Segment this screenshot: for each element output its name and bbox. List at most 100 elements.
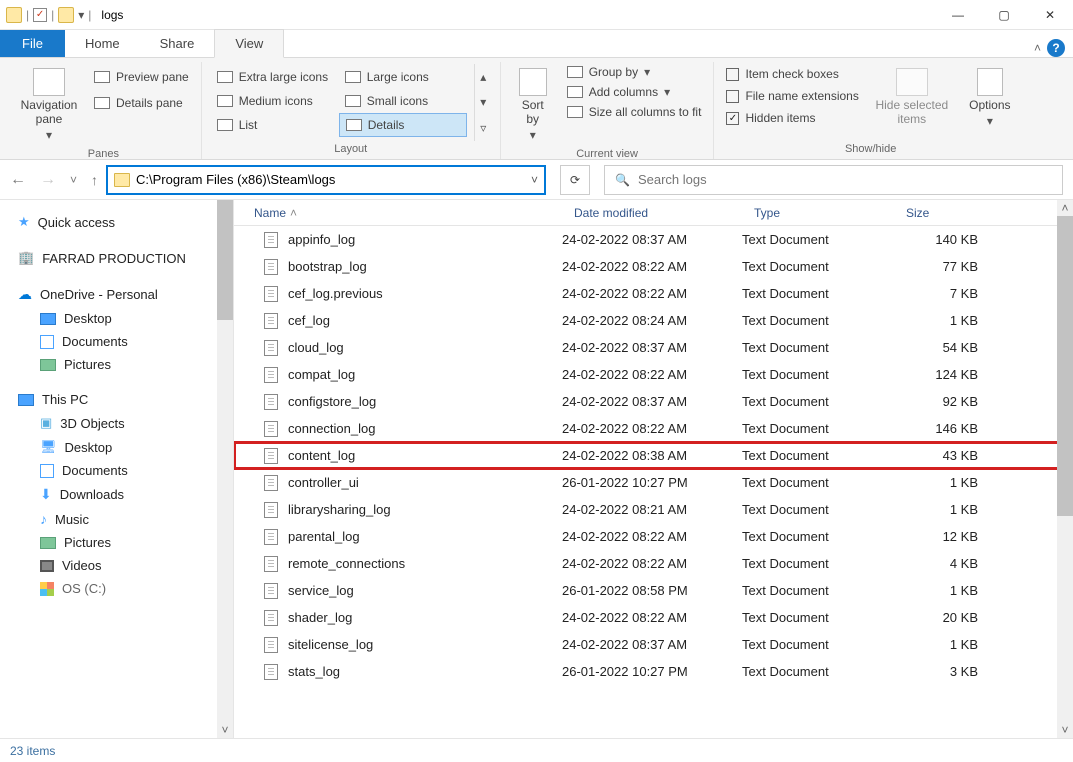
file-row[interactable]: connection_log24-02-2022 08:22 AMText Do… <box>234 415 1073 442</box>
collapse-ribbon-icon[interactable]: ˄ <box>1034 41 1041 55</box>
tree-pc-os[interactable]: OS (C:) <box>0 577 233 600</box>
view-tab[interactable]: View <box>214 29 284 58</box>
file-row[interactable]: compat_log24-02-2022 08:22 AMText Docume… <box>234 361 1073 388</box>
group-by-button[interactable]: Group by▾ <box>563 64 706 80</box>
downloads-icon: ⬇ <box>40 486 52 503</box>
col-date[interactable]: Date modified <box>562 206 742 220</box>
maximize-button[interactable]: ▢ <box>981 0 1027 30</box>
file-size: 146 KB <box>894 421 990 436</box>
tree-pc-downloads[interactable]: ⬇Downloads <box>0 482 233 507</box>
up-button[interactable]: ↑ <box>91 172 98 188</box>
panes-group: Navigation pane ▾ Preview pane Details p… <box>6 62 202 159</box>
file-type: Text Document <box>742 259 894 274</box>
search-box[interactable]: 🔍 <box>604 165 1063 195</box>
file-row[interactable]: cef_log24-02-2022 08:24 AMText Document1… <box>234 307 1073 334</box>
preview-pane-button[interactable]: Preview pane <box>90 68 193 86</box>
tree-pc-desktop[interactable]: 🖥Desktop <box>0 435 233 459</box>
folder-icon <box>6 7 22 23</box>
col-size[interactable]: Size <box>894 206 990 220</box>
back-button[interactable]: ← <box>10 171 26 189</box>
item-check-boxes-toggle[interactable]: Item check boxes <box>722 66 862 82</box>
list-button[interactable]: List <box>211 113 339 137</box>
details-view-button[interactable]: Details <box>339 113 467 137</box>
nav-scrollbar[interactable]: ˄ ˅ <box>217 200 233 738</box>
hidden-items-toggle[interactable]: ✓Hidden items <box>722 110 862 126</box>
sort-by-button[interactable]: Sort by ▾ <box>509 64 557 146</box>
layout-gallery-more[interactable]: ▴▾▿ <box>474 64 492 141</box>
col-type[interactable]: Type <box>742 206 894 220</box>
tree-3d-objects[interactable]: ▣3D Objects <box>0 411 233 435</box>
file-row[interactable]: content_log24-02-2022 08:38 AMText Docum… <box>234 442 1073 469</box>
add-columns-button[interactable]: Add columns▾ <box>563 84 706 100</box>
home-tab[interactable]: Home <box>65 30 140 57</box>
scroll-thumb[interactable] <box>1057 216 1073 516</box>
tree-od-documents[interactable]: Documents <box>0 330 233 353</box>
file-type: Text Document <box>742 583 894 598</box>
file-row[interactable]: librarysharing_log24-02-2022 08:21 AMTex… <box>234 496 1073 523</box>
file-tab[interactable]: File <box>0 30 65 57</box>
details-pane-button[interactable]: Details pane <box>90 94 193 112</box>
file-date: 24-02-2022 08:22 AM <box>562 367 742 382</box>
options-button[interactable]: Options ▾ <box>961 64 1019 132</box>
tree-quick-access[interactable]: ★Quick access <box>0 210 233 234</box>
help-icon[interactable]: ? <box>1047 39 1065 57</box>
tree-pc-music[interactable]: ♪Music <box>0 507 233 531</box>
chevron-down-icon[interactable]: ˅ <box>531 173 538 187</box>
navigation-pane-button[interactable]: Navigation pane ▾ <box>14 64 84 146</box>
file-row[interactable]: sitelicense_log24-02-2022 08:37 AMText D… <box>234 631 1073 658</box>
group-icon <box>567 66 583 78</box>
search-input[interactable] <box>638 172 1052 187</box>
file-row[interactable]: parental_log24-02-2022 08:22 AMText Docu… <box>234 523 1073 550</box>
extra-large-icons-button[interactable]: Extra large icons <box>211 65 339 89</box>
tree-this-pc[interactable]: This PC <box>0 388 233 411</box>
scroll-down-icon[interactable]: ˅ <box>217 722 233 738</box>
col-name[interactable]: Name˄ <box>234 206 562 220</box>
tree-pc-videos[interactable]: Videos <box>0 554 233 577</box>
scroll-thumb[interactable] <box>217 200 233 320</box>
file-row[interactable]: appinfo_log24-02-2022 08:37 AMText Docum… <box>234 226 1073 253</box>
minimize-button[interactable]: — <box>935 0 981 30</box>
tree-od-pictures[interactable]: Pictures <box>0 353 233 376</box>
properties-icon[interactable]: ✓ <box>33 8 47 22</box>
file-row[interactable]: cloud_log24-02-2022 08:37 AMText Documen… <box>234 334 1073 361</box>
tree-onedrive[interactable]: ☁OneDrive - Personal <box>0 282 233 307</box>
address-bar[interactable]: ˅ <box>106 165 546 195</box>
hide-selected-button[interactable]: Hide selected items <box>869 64 955 130</box>
file-date: 24-02-2022 08:22 AM <box>562 529 742 544</box>
checkbox-checked-icon: ✓ <box>726 112 739 125</box>
file-row[interactable]: shader_log24-02-2022 08:22 AMText Docume… <box>234 604 1073 631</box>
tree-pc-pictures[interactable]: Pictures <box>0 531 233 554</box>
file-name-extensions-toggle[interactable]: File name extensions <box>722 88 862 104</box>
recent-locations-button[interactable]: ˅ <box>70 173 77 187</box>
file-row[interactable]: controller_ui26-01-2022 10:27 PMText Doc… <box>234 469 1073 496</box>
checkbox-icon <box>726 68 739 81</box>
drive-icon <box>40 582 54 596</box>
file-size: 1 KB <box>894 637 990 652</box>
current-view-group: Sort by ▾ Group by▾ Add columns▾ Size al… <box>501 62 715 159</box>
scroll-down-icon[interactable]: ˅ <box>1057 722 1073 738</box>
small-icons-button[interactable]: Small icons <box>339 89 467 113</box>
close-button[interactable]: ✕ <box>1027 0 1073 30</box>
tree-pc-documents[interactable]: Documents <box>0 459 233 482</box>
size-columns-button[interactable]: Size all columns to fit <box>563 104 706 120</box>
file-row[interactable]: remote_connections24-02-2022 08:22 AMTex… <box>234 550 1073 577</box>
refresh-button[interactable]: ⟳ <box>560 165 590 195</box>
file-row[interactable]: stats_log26-01-2022 10:27 PMText Documen… <box>234 658 1073 685</box>
file-row[interactable]: bootstrap_log24-02-2022 08:22 AMText Doc… <box>234 253 1073 280</box>
tree-od-desktop[interactable]: Desktop <box>0 307 233 330</box>
file-row[interactable]: configstore_log24-02-2022 08:37 AMText D… <box>234 388 1073 415</box>
address-input[interactable] <box>136 172 525 187</box>
share-tab[interactable]: Share <box>140 30 215 57</box>
medium-icons-button[interactable]: Medium icons <box>211 89 339 113</box>
tree-farrad[interactable]: 🏢FARRAD PRODUCTION <box>0 246 233 270</box>
text-document-icon <box>264 313 278 329</box>
file-size: 12 KB <box>894 529 990 544</box>
file-row[interactable]: cef_log.previous24-02-2022 08:22 AMText … <box>234 280 1073 307</box>
file-row[interactable]: service_log26-01-2022 08:58 PMText Docum… <box>234 577 1073 604</box>
forward-button[interactable]: → <box>40 171 56 189</box>
chevron-down-icon[interactable]: ▾ <box>78 8 84 22</box>
file-scrollbar[interactable]: ˄ ˅ <box>1057 200 1073 738</box>
large-icons-button[interactable]: Large icons <box>339 65 467 89</box>
scroll-up-icon[interactable]: ˄ <box>1057 200 1073 216</box>
file-type: Text Document <box>742 394 894 409</box>
